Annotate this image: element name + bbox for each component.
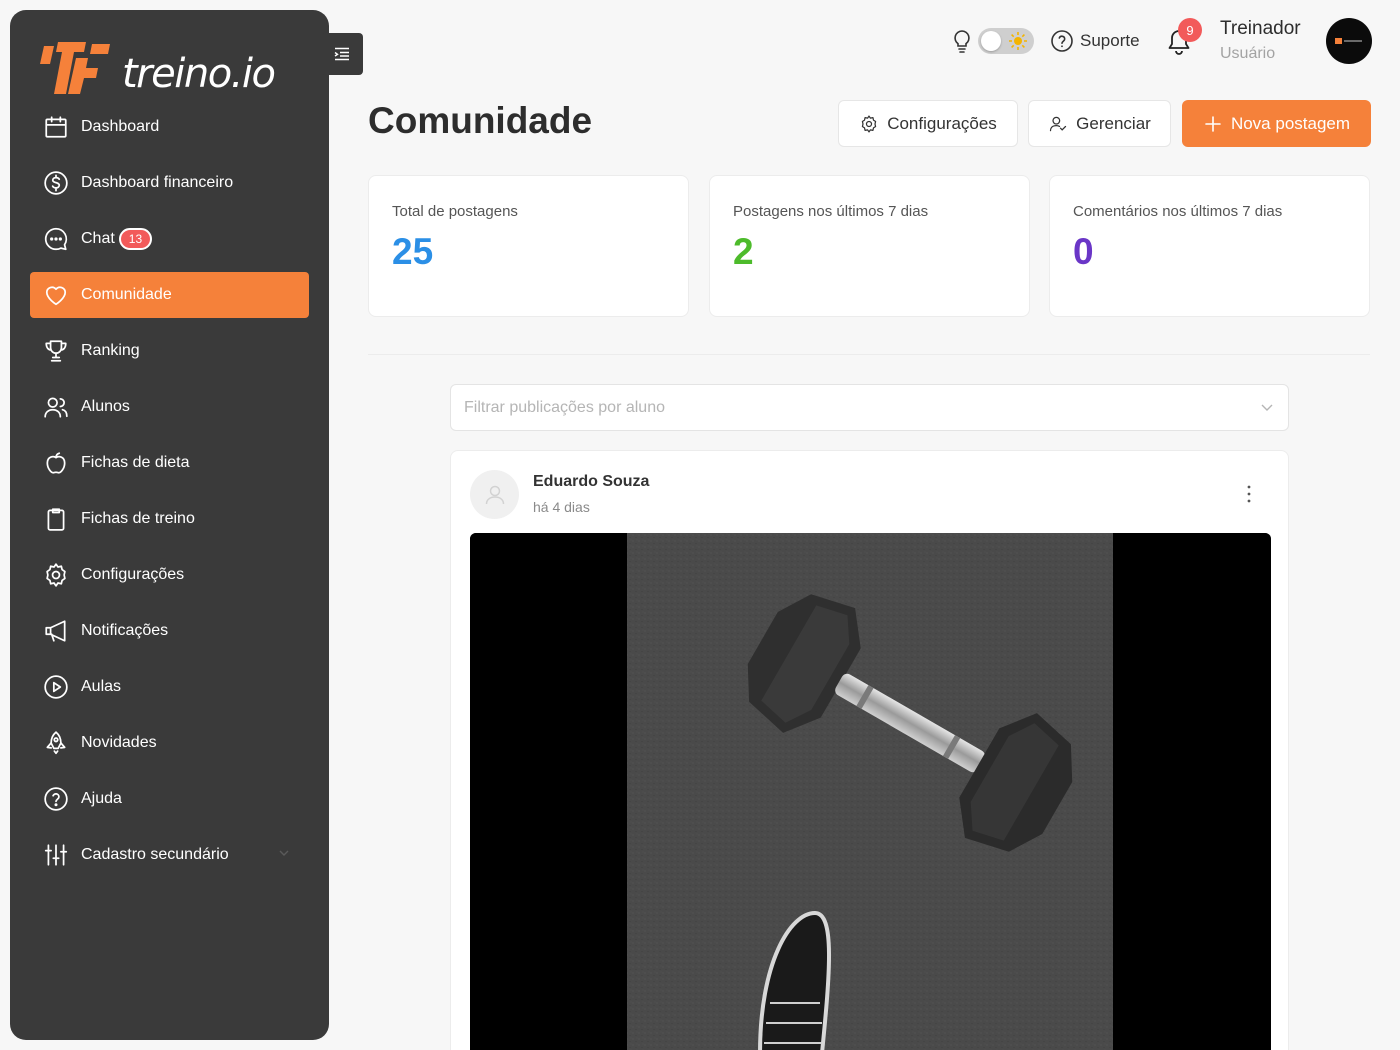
- sidebar-item-community[interactable]: Comunidade: [30, 272, 309, 318]
- stat-label: Postagens nos últimos 7 dias: [733, 203, 929, 220]
- gear-icon: [42, 561, 70, 589]
- sidebar-item-label: Notificações: [81, 622, 169, 639]
- lightbulb-icon: [954, 30, 970, 53]
- chevron-down-icon: [1261, 404, 1273, 411]
- stat-value: 0: [1073, 231, 1094, 272]
- sidebar-item-label: Dashboard financeiro: [81, 174, 234, 191]
- chevron-down-icon: [279, 850, 289, 856]
- filter-placeholder: Filtrar publicações por aluno: [464, 398, 665, 416]
- plus-icon: [1205, 115, 1221, 132]
- stat-value: 25: [392, 231, 434, 272]
- sidebar-item-ranking[interactable]: Ranking: [30, 328, 309, 374]
- sidebar-item-label: Fichas de treino: [81, 510, 195, 527]
- trophy-icon: [42, 337, 70, 365]
- calendar-icon: [42, 113, 70, 141]
- brand-logo[interactable]: treino.io: [40, 32, 300, 104]
- stat-label: Total de postagens: [392, 203, 518, 220]
- stat-card-total-posts: Total de postagens 25: [368, 175, 689, 317]
- stat-label: Comentários nos últimos 7 dias: [1073, 203, 1283, 220]
- stat-card-posts-7-days: Postagens nos últimos 7 dias 2: [709, 175, 1030, 317]
- sidebar-item-label: Ajuda: [81, 790, 122, 807]
- gear-icon: [861, 114, 877, 133]
- sidebar-item-news[interactable]: Novidades: [30, 720, 309, 766]
- sidebar-item-label: Chat: [81, 230, 115, 247]
- chat-icon: [42, 225, 70, 253]
- support-link[interactable]: Suporte: [1050, 28, 1140, 54]
- sliders-icon: [42, 841, 70, 869]
- sidebar-item-label: Configurações: [81, 566, 185, 583]
- sidebar-item-dashboard[interactable]: Dashboard: [30, 104, 309, 150]
- sun-icon: [1009, 32, 1027, 50]
- apple-icon: [42, 449, 70, 477]
- new-post-button[interactable]: Nova postagem: [1182, 100, 1371, 147]
- sidebar-item-classes[interactable]: Aulas: [30, 664, 309, 710]
- dumbbell-photo: [470, 533, 1271, 1050]
- sidebar-item-workout-plans[interactable]: Fichas de treino: [30, 496, 309, 542]
- help-icon: [42, 785, 70, 813]
- section-divider: [368, 354, 1370, 355]
- sidebar-nav: Dashboard Dashboard financeiro Chat 13 C…: [30, 104, 309, 888]
- settings-button-label: Configurações: [887, 113, 997, 133]
- page-title: Comunidade: [368, 100, 593, 141]
- user-placeholder-icon: [485, 485, 504, 504]
- user-manage-icon: [1050, 116, 1067, 131]
- stat-value: 2: [733, 231, 754, 272]
- avatar-logo-icon: [1335, 38, 1362, 44]
- sidebar-item-label: Alunos: [81, 398, 130, 415]
- help-circle-icon: [1051, 30, 1073, 52]
- user-name: Treinador: [1220, 18, 1301, 39]
- sidebar-item-financial-dashboard[interactable]: Dashboard financeiro: [30, 160, 309, 206]
- sidebar-collapse-button[interactable]: [321, 33, 363, 75]
- chat-unread-badge: 13: [118, 228, 153, 250]
- sidebar: treino.io Dashboard Dashboard financeiro…: [10, 10, 329, 1040]
- users-icon: [42, 393, 70, 421]
- sidebar-item-label: Aulas: [81, 678, 122, 695]
- sidebar-item-label: Cadastro secundário: [81, 846, 229, 863]
- sidebar-item-secondary-registration[interactable]: Cadastro secundário: [30, 832, 309, 878]
- topbar: Suporte 9 Treinador Usuário: [360, 0, 1400, 82]
- sidebar-item-label: Novidades: [81, 734, 157, 751]
- user-role: Usuário: [1220, 45, 1276, 62]
- logo-text: treino.io: [122, 51, 276, 97]
- stat-card-comments-7-days: Comentários nos últimos 7 dias 0: [1049, 175, 1370, 317]
- logo-mark-icon: [40, 42, 110, 94]
- sidebar-item-settings[interactable]: Configurações: [30, 552, 309, 598]
- sidebar-item-label: Comunidade: [81, 286, 172, 303]
- sidebar-item-notifications[interactable]: Notificações: [30, 608, 309, 654]
- sidebar-item-chat[interactable]: Chat 13: [30, 216, 309, 262]
- play-icon: [42, 673, 70, 701]
- dollar-icon: [42, 169, 70, 197]
- settings-button[interactable]: Configurações: [838, 100, 1018, 147]
- more-vertical-icon[interactable]: [1240, 483, 1258, 505]
- clipboard-icon: [42, 505, 70, 533]
- manage-button[interactable]: Gerenciar: [1028, 100, 1171, 147]
- sidebar-item-label: Ranking: [81, 342, 140, 359]
- megaphone-icon: [42, 617, 70, 645]
- sidebar-item-label: Dashboard: [81, 118, 160, 135]
- toggle-knob: [981, 31, 1001, 51]
- theme-toggle[interactable]: [978, 28, 1034, 54]
- post-card: Eduardo Souza há 4 dias: [450, 450, 1289, 1050]
- sidebar-item-label: Fichas de dieta: [81, 454, 190, 471]
- menu-collapse-icon: [334, 47, 349, 61]
- notification-count-badge: 9: [1178, 18, 1202, 42]
- rocket-icon: [42, 729, 70, 757]
- post-image[interactable]: [470, 533, 1271, 1050]
- sidebar-item-students[interactable]: Alunos: [30, 384, 309, 430]
- sidebar-item-diet-plans[interactable]: Fichas de dieta: [30, 440, 309, 486]
- manage-button-label: Gerenciar: [1076, 113, 1151, 133]
- post-author-avatar[interactable]: [470, 470, 519, 519]
- user-avatar[interactable]: [1326, 18, 1372, 64]
- heart-icon: [42, 281, 70, 309]
- support-label: Suporte: [1080, 31, 1140, 50]
- new-post-button-label: Nova postagem: [1230, 113, 1351, 133]
- student-filter-select[interactable]: Filtrar publicações por aluno: [450, 384, 1289, 431]
- sidebar-item-help[interactable]: Ajuda: [30, 776, 309, 822]
- post-author-name[interactable]: Eduardo Souza: [533, 473, 649, 491]
- post-timestamp: há 4 dias: [533, 499, 590, 515]
